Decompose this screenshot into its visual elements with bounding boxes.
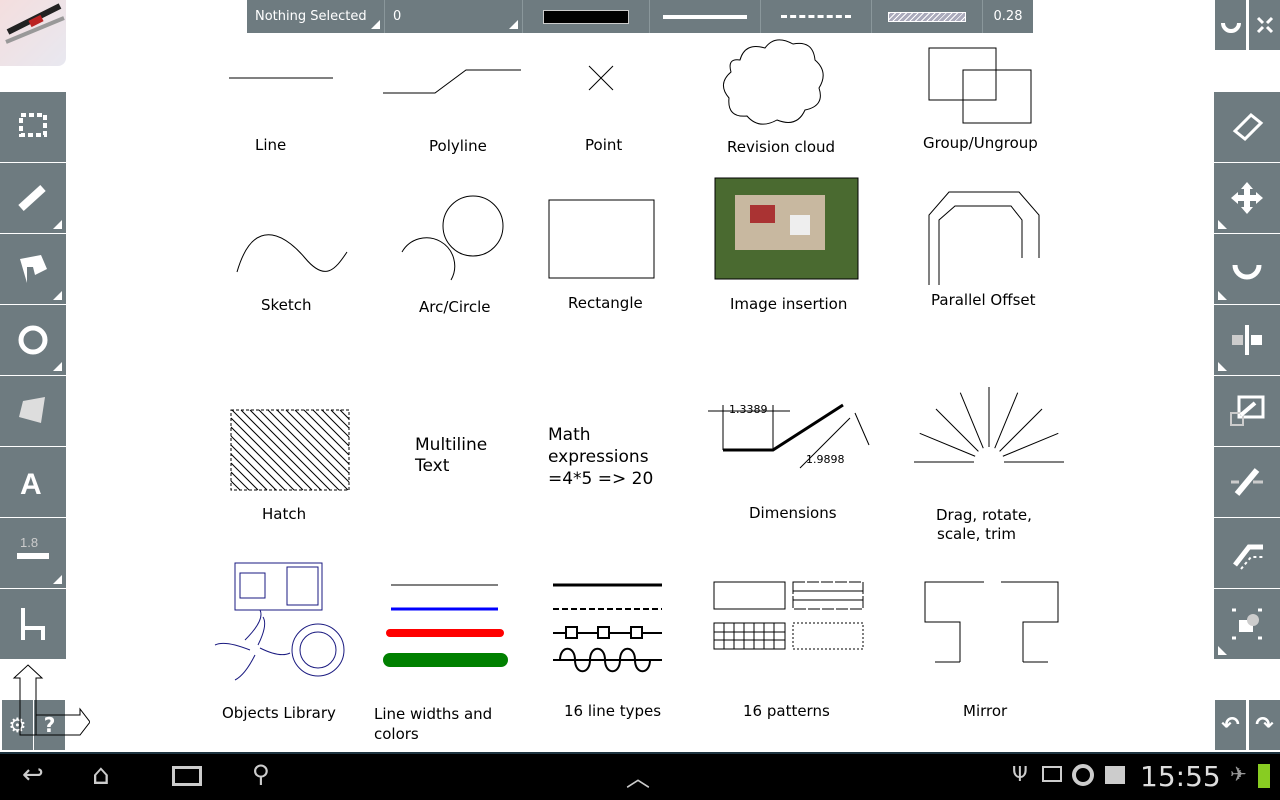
- caption-math-1: Math: [548, 425, 591, 445]
- caption-math-2: expressions: [548, 447, 649, 467]
- line-widths-sample: [383, 584, 508, 667]
- arc-sample: [401, 237, 456, 281]
- caption-mirror: Mirror: [963, 702, 1008, 720]
- caption-multiline-1: Multiline: [415, 435, 488, 455]
- sketch-sample: [236, 234, 348, 273]
- search-icon[interactable]: ⚲: [252, 760, 270, 788]
- mirror-sample: [924, 581, 1059, 663]
- polyline-sample: [383, 69, 521, 94]
- caption-group: Group/Ungroup: [923, 134, 1038, 152]
- parallel-offset-sample: [928, 191, 1040, 285]
- caption-sketch: Sketch: [261, 296, 312, 314]
- dim-value-1: 1.3389: [729, 403, 768, 416]
- circle-sample: [442, 195, 504, 257]
- caption-math-3: =4*5 => 20: [548, 469, 654, 489]
- system-nav-bar: ↩ ⌂ ⚲ ︿ Ψ 15:55 ✈: [0, 752, 1280, 800]
- caption-widths-1: Line widths and: [374, 705, 493, 723]
- back-icon[interactable]: ↩: [22, 760, 44, 790]
- caption-hatch: Hatch: [262, 505, 307, 523]
- caption-image: Image insertion: [730, 295, 848, 313]
- dim-value-2: 1.9898: [806, 453, 845, 466]
- caption-drag-1: Drag, rotate,: [936, 506, 1032, 524]
- clock: 15:55: [1140, 760, 1221, 793]
- airplane-icon: ✈: [1230, 762, 1247, 786]
- point-sample: [588, 65, 614, 91]
- caption-revision-cloud: Revision cloud: [727, 138, 836, 156]
- caption-offset: Parallel Offset: [931, 291, 1036, 309]
- rectangle-sample: [548, 199, 655, 279]
- chevron-up-icon[interactable]: ︿: [626, 758, 650, 793]
- recent-apps-icon[interactable]: [172, 766, 202, 786]
- caption-objects: Objects Library: [222, 704, 336, 722]
- caption-rectangle: Rectangle: [568, 294, 643, 312]
- home-icon[interactable]: ⌂: [92, 758, 110, 791]
- caption-line: Line: [255, 136, 287, 154]
- image-insertion-sample: [714, 177, 859, 280]
- caption-arc-circle: Arc/Circle: [419, 298, 491, 316]
- caption-patterns: 16 patterns: [743, 702, 830, 720]
- objects-library-sample: [214, 562, 345, 681]
- hatch-sample: [230, 409, 350, 491]
- drawing-canvas[interactable]: [0, 0, 1280, 752]
- battery-icon: [1258, 764, 1270, 788]
- caption-drag-2: scale, trim: [937, 525, 1017, 543]
- patterns-sample: [713, 581, 864, 650]
- sync-icon: [1072, 764, 1094, 786]
- caption-multiline-2: Text: [415, 456, 450, 476]
- drag-rotate-sample: [914, 387, 1064, 463]
- shopping-bag-icon: [1105, 766, 1125, 784]
- usb-icon: Ψ: [1012, 762, 1028, 786]
- screen-timer-icon: [1042, 766, 1062, 782]
- line-types-sample: [553, 583, 662, 673]
- caption-linetypes: 16 line types: [564, 702, 662, 720]
- caption-polyline: Polyline: [429, 137, 487, 155]
- caption-dimensions: Dimensions: [749, 504, 837, 522]
- revision-cloud-sample: [723, 39, 824, 125]
- group-rect-2: [962, 69, 1032, 124]
- caption-widths-2: colors: [374, 725, 419, 743]
- caption-point: Point: [585, 136, 623, 154]
